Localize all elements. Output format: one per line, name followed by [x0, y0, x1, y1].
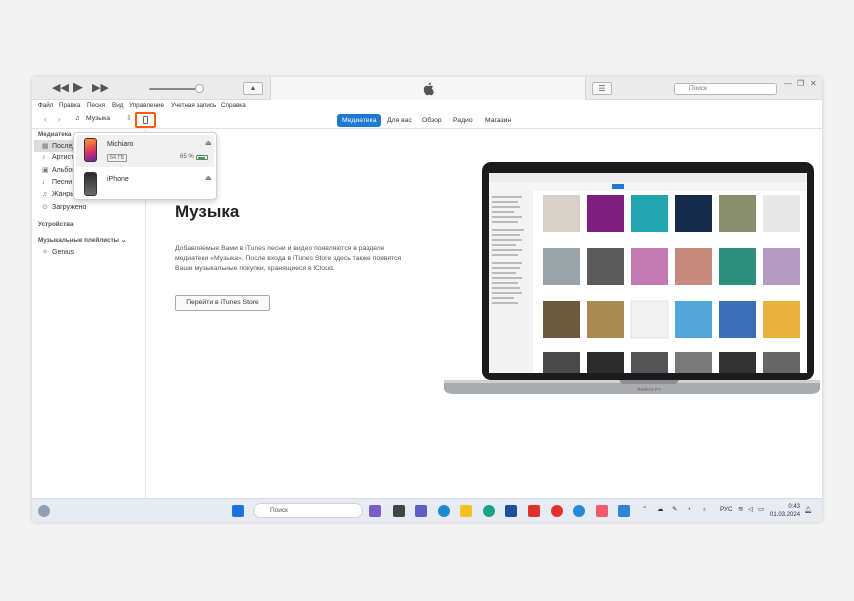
widgets-icon[interactable] [38, 505, 50, 517]
microphone-icon: ♪ [42, 154, 46, 161]
play-icon[interactable]: ▶ [73, 80, 83, 93]
chevron-down-icon: ⌄ [120, 237, 127, 244]
wifi-icon[interactable]: ≋ [738, 506, 743, 513]
shield-icon[interactable]: ◔ [687, 506, 691, 513]
battery-level: 65 % [180, 154, 194, 160]
taskbar: ⌕ Поиск ⌃ ☁ ✎ ◔ ♁ РУС ≋ ◁ ▭ 0:43 01.03.2… [32, 498, 822, 522]
tab-radio[interactable]: Радио [448, 114, 478, 127]
genius-icon: ⚛ [42, 249, 49, 256]
apple-logo-icon [423, 82, 434, 96]
menu-song[interactable]: Песня [87, 102, 105, 109]
maximize-icon[interactable]: ❐ [797, 79, 804, 88]
start-icon[interactable] [232, 505, 244, 517]
tab-library[interactable]: Медиатека [337, 114, 382, 127]
music-note-icon: ♫ [75, 115, 81, 122]
menu-file[interactable]: Файл [38, 102, 53, 109]
explorer-icon[interactable] [460, 505, 472, 517]
menu-account[interactable]: Учетная запись [171, 102, 216, 109]
yandex-icon[interactable] [551, 505, 563, 517]
device-button[interactable] [135, 112, 156, 128]
clock[interactable]: 0:43 01.03.2024 [770, 503, 800, 519]
sidebar-item-downloaded[interactable]: ⊙ Загружено [42, 203, 86, 211]
clock-time: 0:43 [788, 504, 801, 510]
app-icon-2[interactable] [573, 505, 585, 517]
tab-browse[interactable]: Обзор [417, 114, 447, 127]
menu-controls[interactable]: Управление [129, 102, 164, 109]
search-highlight-icon [369, 505, 381, 517]
device-name-2[interactable]: iPhone [107, 176, 129, 183]
volume-slider[interactable] [149, 88, 201, 90]
device-capacity: 64 ГБ [107, 154, 128, 162]
list-view-button[interactable]: ☰ [592, 82, 612, 95]
tab-for-you[interactable]: Для вас [382, 114, 417, 127]
itunes-window: ◀◀ ▶ ▶▶ ▲ ☰ ⌕ Поиск — ❐ ✕ Файл Правка Пе… [32, 77, 822, 522]
chevron-updown-icon: ⇕ [125, 115, 132, 122]
forward-arrow-icon[interactable]: › [58, 115, 61, 124]
playlists-header[interactable]: Музыкальные плейлисты ⌄ [38, 237, 126, 244]
devices-popup: Michiaro 64 ГБ 65 % ⏏ iPhone ⏏ [73, 132, 217, 200]
tray-chevron-icon[interactable]: ⌃ [642, 506, 647, 513]
battery-tray-icon[interactable]: ▭ [758, 506, 764, 513]
fast-forward-icon[interactable]: ▶▶ [92, 82, 109, 94]
pen-icon[interactable]: ✎ [672, 506, 677, 513]
app-icon-1[interactable] [438, 505, 450, 517]
download-icon: ⊙ [42, 204, 48, 211]
clock-date: 01.03.2024 [770, 512, 801, 518]
media-selector-label: Музыка [86, 115, 111, 122]
page-description: Добавляемые Вами в iTunes песни и видео … [175, 245, 402, 272]
menu-help[interactable]: Справка [221, 102, 246, 109]
language-indicator[interactable]: РУС [720, 506, 733, 513]
genres-icon: ♬ [42, 191, 49, 198]
sidebar-item-genres[interactable]: ♬ Жанры [42, 191, 75, 198]
rewind-icon[interactable]: ◀◀ [52, 82, 69, 94]
note-icon: ♩ [42, 179, 49, 186]
macbook-illustration: MacBook Pro [444, 162, 820, 394]
itunes-icon[interactable] [596, 505, 608, 517]
player-bar: ◀◀ ▶ ▶▶ ▲ ☰ ⌕ Поиск — ❐ ✕ [32, 77, 822, 100]
lcd-display [270, 77, 586, 100]
menu-bar: Файл Правка Песня Вид Управление Учетная… [32, 100, 822, 111]
library-header: Медиатека [38, 131, 72, 138]
media-selector[interactable]: ♫ Музыка ⇕ [75, 114, 132, 122]
recent-icon: ▦ [42, 143, 49, 150]
edge-icon[interactable] [483, 505, 495, 517]
eject-icon[interactable]: ⏏ [205, 174, 212, 182]
album-icon: ▣ [42, 167, 49, 174]
cloud-icon[interactable]: ☁ [657, 506, 663, 513]
back-arrow-icon[interactable]: ‹ [44, 115, 47, 124]
menu-view[interactable]: Вид [112, 102, 123, 109]
main-content: Музыка Добавляемые Вами в iTunes песни и… [146, 129, 822, 498]
page-title: Музыка [175, 202, 240, 221]
devices-header: Устройства [38, 221, 74, 228]
search-input[interactable]: Поиск [674, 83, 777, 95]
menu-edit[interactable]: Правка [59, 102, 80, 109]
iphone-dark-icon [84, 172, 97, 196]
phone-icon [143, 116, 148, 124]
eject-icon[interactable]: ⏏ [205, 139, 212, 147]
minimize-icon[interactable]: — [784, 79, 792, 88]
battery-icon [196, 155, 208, 160]
teams-icon[interactable] [415, 505, 427, 517]
iphone-colored-icon [84, 138, 97, 162]
airplay-button[interactable]: ▲ [243, 82, 263, 95]
go-to-store-button[interactable]: Перейти в iTunes Store [175, 295, 270, 311]
speaker-icon[interactable]: ◁ [748, 506, 753, 513]
photos-icon[interactable] [618, 505, 630, 517]
device-name-1: Michiaro [107, 141, 134, 148]
store-icon[interactable] [505, 505, 517, 517]
laptop-label: MacBook Pro [637, 387, 662, 392]
sidebar-item-songs[interactable]: ♩ Песни [42, 179, 72, 186]
volume-knob[interactable] [195, 84, 204, 93]
close-icon[interactable]: ✕ [810, 79, 817, 88]
nav-bar: ‹ › ♫ Музыка ⇕ Медиатека Для вас Обзор Р… [32, 111, 822, 129]
yandex-browser-icon[interactable] [528, 505, 540, 517]
sidebar-item-genius[interactable]: ⚛ Genius [42, 248, 74, 256]
notifications-icon[interactable]: 🔔︎ [804, 506, 812, 514]
taskbar-search[interactable]: Поиск [253, 503, 363, 518]
task-view-icon[interactable] [393, 505, 405, 517]
tab-store[interactable]: Магазин [480, 114, 516, 127]
microphone-icon[interactable]: ♁ [702, 506, 707, 513]
